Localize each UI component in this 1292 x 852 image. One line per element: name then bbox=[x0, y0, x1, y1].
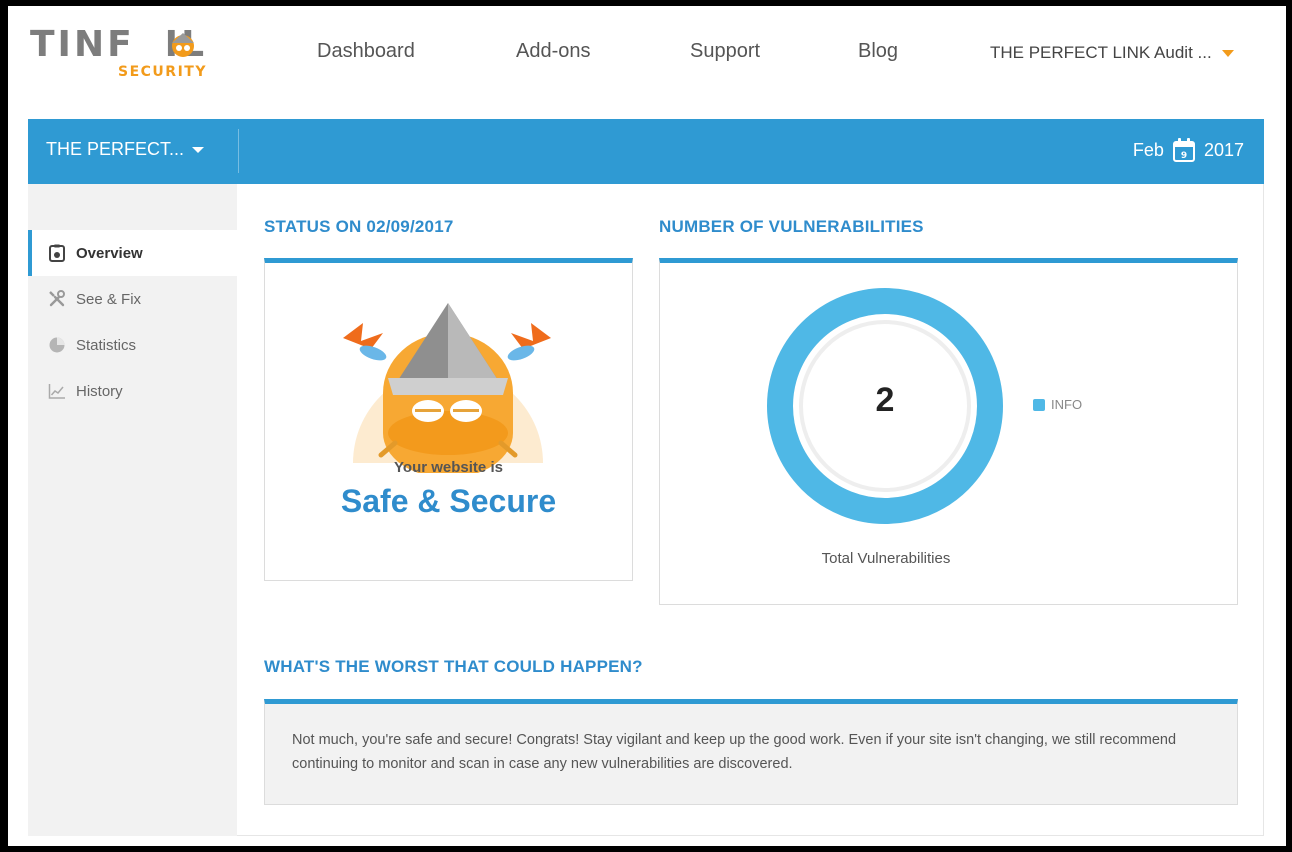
sidebar-item-see-fix[interactable]: See & Fix bbox=[28, 276, 237, 322]
main-content: Overview See & Fix Statistics History ST… bbox=[28, 184, 1264, 836]
vulnerabilities-title: NUMBER OF VULNERABILITIES bbox=[659, 217, 924, 236]
calendar-day: 9 bbox=[1181, 151, 1187, 161]
worst-case-text: Not much, you're safe and secure! Congra… bbox=[292, 732, 1177, 772]
sidebar-item-overview[interactable]: Overview bbox=[28, 230, 237, 276]
line-chart-icon bbox=[48, 384, 65, 399]
secure-mascot-illustration bbox=[343, 303, 551, 473]
sidebar-item-statistics[interactable]: Statistics bbox=[28, 322, 237, 368]
vulnerabilities-card: 2 INFO Total Vulnerabilities bbox=[659, 258, 1238, 605]
calendar-icon[interactable]: 9 bbox=[1172, 137, 1196, 163]
total-vulnerabilities-label: Total Vulnerabilities bbox=[821, 550, 951, 567]
chart-legend: INFO bbox=[1033, 397, 1082, 412]
sidebar-item-label: History bbox=[76, 382, 123, 400]
nav-blog[interactable]: Blog bbox=[858, 40, 898, 63]
chevron-down-icon bbox=[1221, 50, 1234, 58]
sidebar: Overview See & Fix Statistics History bbox=[28, 184, 237, 836]
logo-subtitle: SECURITY bbox=[118, 64, 207, 80]
status-headline: Safe & Secure bbox=[340, 483, 557, 519]
bar-divider bbox=[238, 129, 239, 173]
sidebar-item-label: See & Fix bbox=[76, 290, 142, 308]
vulnerability-count: 2 bbox=[875, 381, 895, 419]
legend-swatch-info bbox=[1033, 398, 1045, 411]
site-selector[interactable]: THE PERFECT... bbox=[46, 139, 205, 160]
tools-icon bbox=[49, 290, 65, 307]
clipboard-icon bbox=[49, 244, 65, 262]
chevron-down-icon bbox=[192, 147, 205, 154]
logo-drop-icon bbox=[172, 33, 194, 57]
top-navigation: TINFIL SECURITY Dashboard Add-ons Suppor… bbox=[8, 6, 1286, 119]
site-selector-label: THE PERFECT... bbox=[46, 139, 185, 159]
account-label: THE PERFECT LINK Audit ... bbox=[990, 43, 1212, 62]
sidebar-item-label: Overview bbox=[76, 244, 143, 262]
date-month: Feb bbox=[1132, 139, 1164, 160]
legend-label-info: INFO bbox=[1051, 397, 1083, 412]
site-header-bar: THE PERFECT... Feb 9 2017 bbox=[28, 119, 1264, 184]
account-dropdown[interactable]: THE PERFECT LINK Audit ... bbox=[990, 43, 1234, 63]
status-caption: Your website is bbox=[394, 459, 503, 476]
sidebar-item-history[interactable]: History bbox=[28, 368, 237, 414]
worst-case-box: Not much, you're safe and secure! Congra… bbox=[264, 699, 1238, 805]
tinfoil-logo[interactable]: TINFIL SECURITY bbox=[30, 24, 250, 84]
sidebar-item-label: Statistics bbox=[76, 336, 137, 354]
nav-support[interactable]: Support bbox=[690, 40, 760, 63]
pie-chart-icon bbox=[49, 337, 65, 353]
nav-add-ons[interactable]: Add-ons bbox=[516, 40, 591, 63]
nav-dashboard[interactable]: Dashboard bbox=[317, 40, 415, 63]
date-picker[interactable]: Feb 9 2017 bbox=[1133, 137, 1244, 163]
status-title: STATUS ON 02/09/2017 bbox=[264, 217, 454, 236]
worst-case-title: WHAT'S THE WORST THAT COULD HAPPEN? bbox=[264, 657, 643, 676]
date-year: 2017 bbox=[1203, 139, 1244, 160]
status-card: Your website is Safe & Secure bbox=[264, 258, 633, 581]
